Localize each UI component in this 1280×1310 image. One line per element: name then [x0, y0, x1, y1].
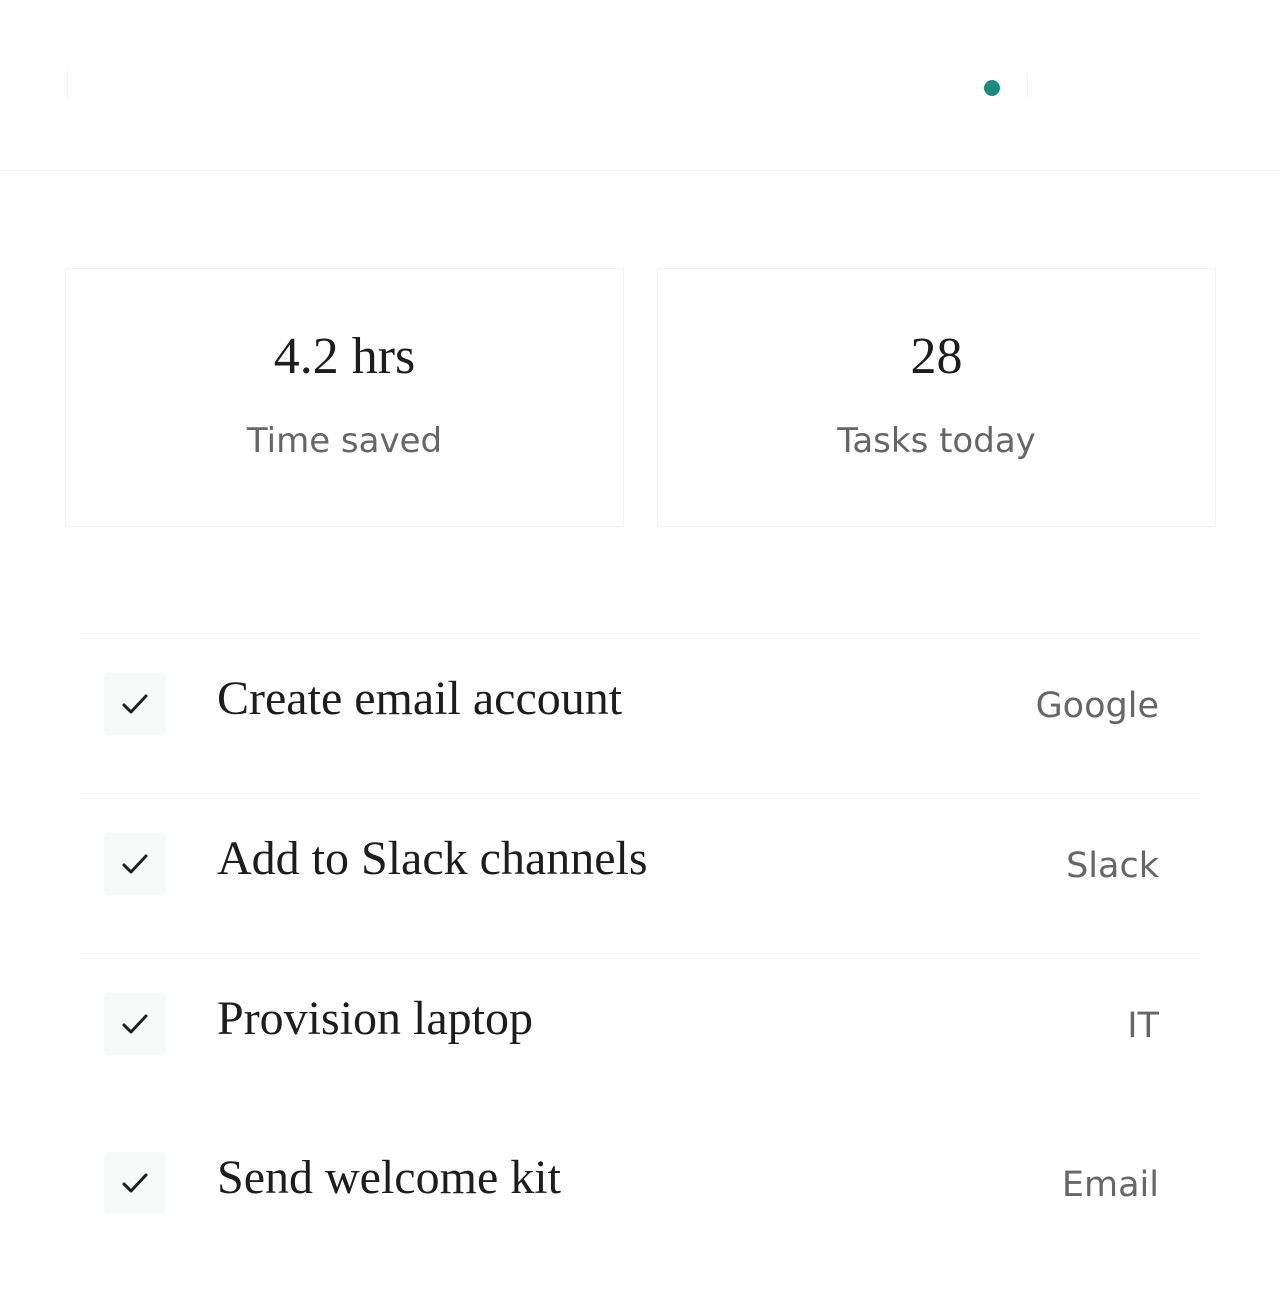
task-title: Add to Slack channels: [217, 832, 648, 885]
task-list: Create email account Google Add to Slack…: [80, 638, 1200, 1278]
task-source: IT: [1127, 1006, 1159, 1046]
task-checkbox[interactable]: [104, 833, 166, 895]
task-row-create-email-account[interactable]: Create email account Google: [80, 638, 1200, 798]
stat-label: Tasks today: [837, 421, 1036, 461]
check-icon: [122, 1173, 148, 1193]
header-right-divider: [1027, 74, 1028, 98]
status-indicator-dot: [984, 80, 1000, 96]
task-title: Provision laptop: [217, 992, 534, 1045]
check-icon: [122, 854, 148, 874]
task-source: Google: [1035, 686, 1159, 726]
task-checkbox[interactable]: [104, 993, 166, 1055]
task-title: Send welcome kit: [217, 1151, 561, 1204]
check-icon: [122, 1014, 148, 1034]
stat-card-time-saved: 4.2 hrs Time saved: [65, 268, 624, 527]
stat-value: 4.2 hrs: [273, 328, 416, 385]
stat-value: 28: [910, 328, 963, 385]
stat-card-tasks-today: 28 Tasks today: [657, 268, 1216, 527]
check-icon: [122, 694, 148, 714]
task-checkbox[interactable]: [104, 1152, 166, 1214]
task-source: Email: [1061, 1165, 1159, 1205]
task-title: Create email account: [217, 672, 623, 725]
header-left-divider: [67, 70, 68, 102]
top-header: [0, 0, 1280, 171]
stat-label: Time saved: [246, 421, 443, 461]
task-row-provision-laptop[interactable]: Provision laptop IT: [80, 958, 1200, 1118]
task-source: Slack: [1066, 846, 1159, 886]
task-row-add-to-slack-channels[interactable]: Add to Slack channels Slack: [80, 798, 1200, 958]
task-checkbox[interactable]: [104, 673, 166, 735]
task-row-send-welcome-kit[interactable]: Send welcome kit Email: [80, 1118, 1200, 1278]
